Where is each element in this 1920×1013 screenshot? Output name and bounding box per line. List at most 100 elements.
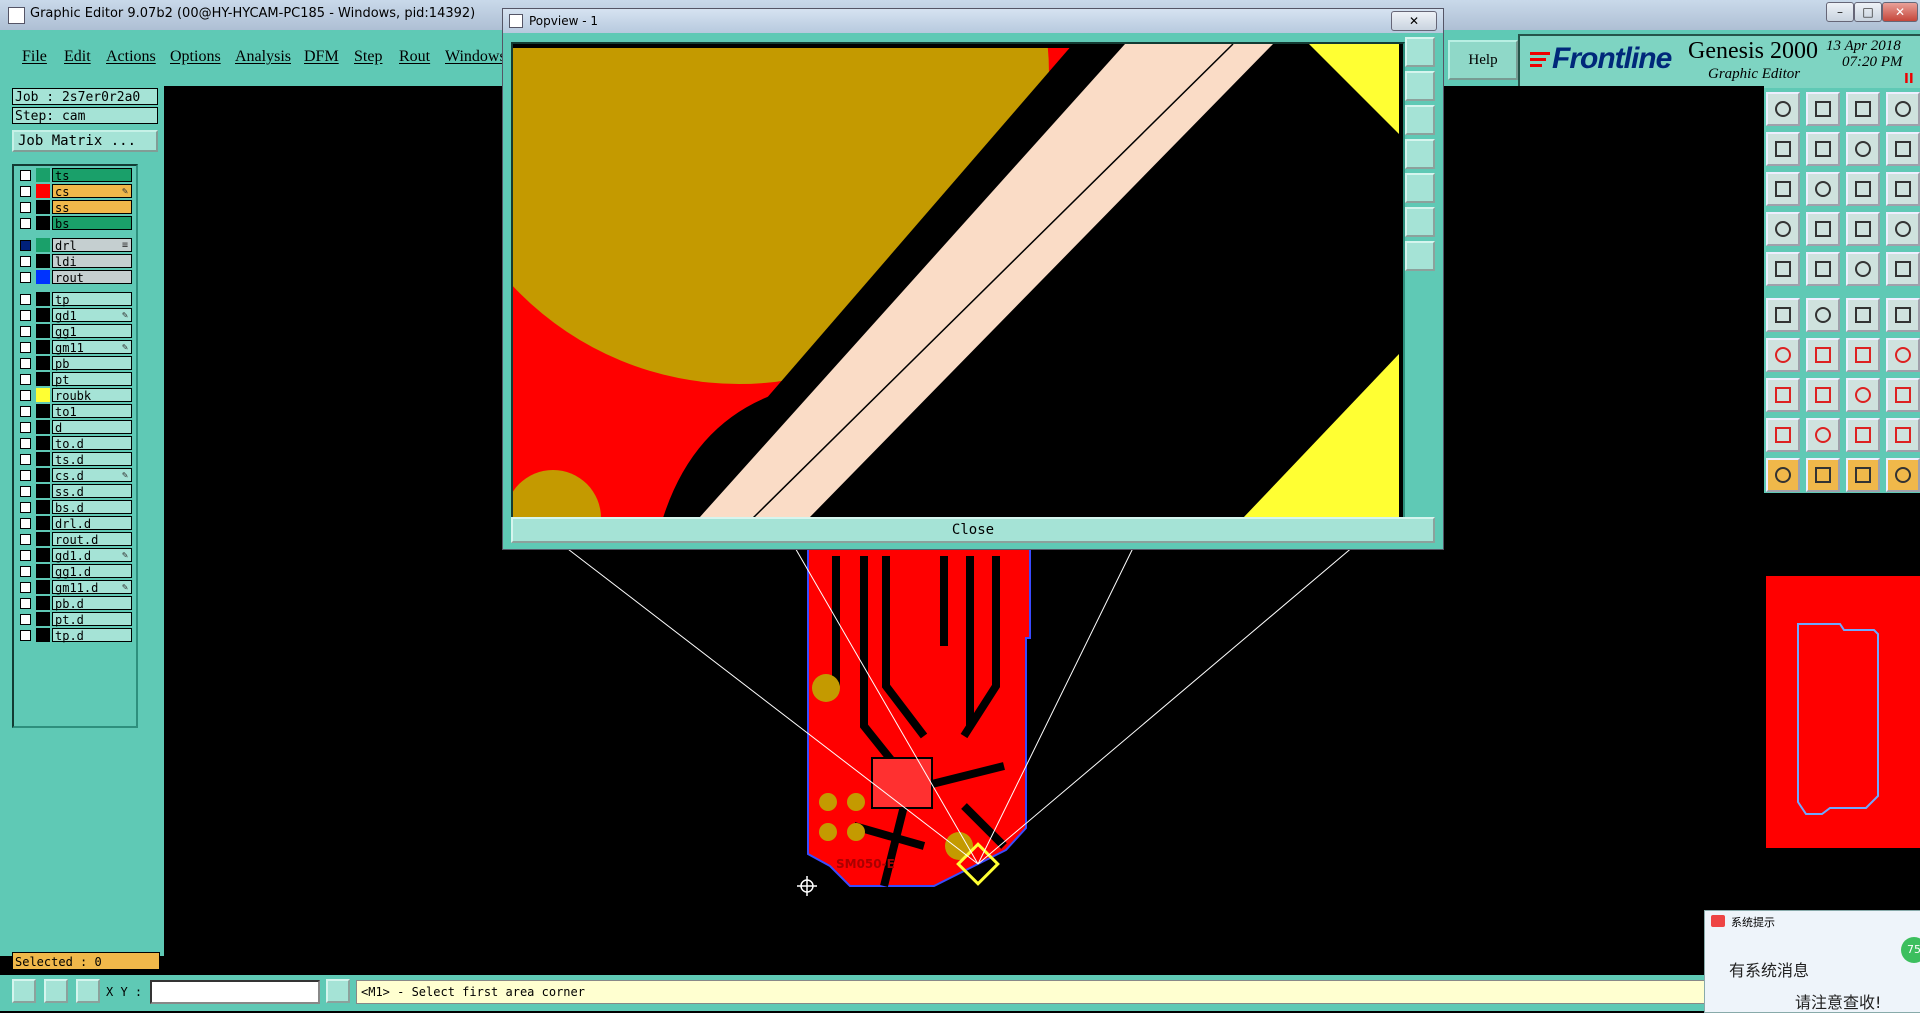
- connect-icon[interactable]: [1766, 298, 1800, 332]
- layer-row-to-d[interactable]: to.d: [16, 436, 132, 451]
- rotate-icon[interactable]: [1846, 338, 1880, 372]
- menu-file[interactable]: File: [22, 48, 47, 66]
- pattern-icon[interactable]: [1846, 252, 1880, 286]
- layer-row-cs[interactable]: cs ✎: [16, 184, 132, 199]
- home-icon[interactable]: [1846, 92, 1880, 126]
- layer-row-to1[interactable]: to1: [16, 404, 132, 419]
- layer-row-gd1-d[interactable]: gd1.d ✎: [16, 548, 132, 563]
- move-icon[interactable]: [1766, 378, 1800, 412]
- layer-row-pt-d[interactable]: pt.d: [16, 612, 132, 627]
- popview-close-x-button[interactable]: ✕: [1391, 11, 1437, 31]
- cut-icon[interactable]: [1806, 378, 1840, 412]
- zoom-center-icon[interactable]: [1806, 172, 1840, 206]
- close-window-button[interactable]: ✕: [1882, 2, 1918, 22]
- layer-checkbox[interactable]: [20, 598, 31, 609]
- layer-checkbox[interactable]: [20, 406, 31, 417]
- layer-checkbox[interactable]: [20, 422, 31, 433]
- maximize-button[interactable]: □: [1854, 2, 1882, 22]
- info-icon[interactable]: [326, 979, 350, 1003]
- layer-copy-icon[interactable]: [1806, 92, 1840, 126]
- layer-checkbox[interactable]: [20, 486, 31, 497]
- xy-coordinate-input[interactable]: [150, 980, 320, 1004]
- layer-checkbox[interactable]: [20, 326, 31, 337]
- layer-checkbox[interactable]: [20, 294, 31, 305]
- draw-line-icon[interactable]: [1766, 338, 1800, 372]
- layer-move-icon[interactable]: [1766, 92, 1800, 126]
- layer-checkbox[interactable]: [20, 470, 31, 481]
- layer-row-ss[interactable]: ss: [16, 200, 132, 215]
- select4-icon[interactable]: [1886, 458, 1920, 492]
- layer-checkbox[interactable]: [20, 272, 31, 283]
- layer-checkbox[interactable]: [20, 186, 31, 197]
- net-icon[interactable]: [1846, 212, 1880, 246]
- layer-row-bs-d[interactable]: bs.d: [16, 500, 132, 515]
- select2-icon[interactable]: [1806, 458, 1840, 492]
- mirror-icon[interactable]: [1846, 132, 1880, 166]
- layer-checkbox[interactable]: [20, 310, 31, 321]
- query-icon[interactable]: [1886, 172, 1920, 206]
- scale-icon[interactable]: [1846, 172, 1880, 206]
- layer-checkbox[interactable]: [20, 170, 31, 181]
- layer-row-gg1[interactable]: gg1: [16, 324, 132, 339]
- line-icon[interactable]: [1846, 298, 1880, 332]
- layer-row-ldi[interactable]: ldi: [16, 254, 132, 269]
- layer-checkbox[interactable]: [20, 438, 31, 449]
- layer-row-gg1-d[interactable]: gg1.d: [16, 564, 132, 579]
- fill-icon[interactable]: [1766, 252, 1800, 286]
- undo-icon[interactable]: [1886, 92, 1920, 126]
- draw-arc-icon[interactable]: [1806, 338, 1840, 372]
- resize-icon[interactable]: [1846, 378, 1880, 412]
- zoom-fit-icon[interactable]: [1766, 172, 1800, 206]
- menu-rout[interactable]: Rout: [399, 48, 430, 66]
- layer-row-rout-d[interactable]: rout.d: [16, 532, 132, 547]
- layer-row-ts[interactable]: ts: [16, 168, 132, 183]
- popview-canvas[interactable]: [511, 42, 1405, 524]
- triangle-icon[interactable]: [1766, 418, 1800, 452]
- job-matrix-button[interactable]: Job Matrix ...: [12, 130, 158, 152]
- system-notification[interactable]: 系统提示 有系统消息 请注意查收! 75: [1704, 910, 1920, 1013]
- layer-checkbox[interactable]: [20, 566, 31, 577]
- layer-checkbox[interactable]: [20, 534, 31, 545]
- popview-right-icon[interactable]: [1405, 173, 1435, 203]
- layer-checkbox[interactable]: [20, 240, 31, 251]
- layer-row-gm11-d[interactable]: gm11.d ✎: [16, 580, 132, 595]
- layer-checkbox[interactable]: [20, 218, 31, 229]
- layer-row-ss-d[interactable]: ss.d: [16, 484, 132, 499]
- layer-row-ts-d[interactable]: ts.d: [16, 452, 132, 467]
- shapes-icon[interactable]: [1886, 378, 1920, 412]
- redo-icon[interactable]: [1886, 132, 1920, 166]
- popview-pan-icon[interactable]: [1405, 105, 1435, 135]
- select3-icon[interactable]: [1846, 458, 1880, 492]
- layer-checkbox[interactable]: [20, 502, 31, 513]
- menu-options[interactable]: Options: [170, 48, 221, 66]
- layer-checkbox[interactable]: [20, 518, 31, 529]
- delete-icon[interactable]: [1806, 298, 1840, 332]
- snap-icon[interactable]: [12, 979, 36, 1003]
- layer-checkbox[interactable]: [20, 454, 31, 465]
- layer-row-tp-d[interactable]: tp.d: [16, 628, 132, 643]
- triangle4-icon[interactable]: [1886, 418, 1920, 452]
- triangle3-icon[interactable]: [1846, 418, 1880, 452]
- minimize-button[interactable]: –: [1826, 2, 1854, 22]
- layer-row-pt[interactable]: pt: [16, 372, 132, 387]
- menu-dfm[interactable]: DFM: [304, 48, 339, 66]
- popview-left-icon[interactable]: [1405, 139, 1435, 169]
- layer-row-drl[interactable]: drl ≡: [16, 238, 132, 253]
- arc-icon[interactable]: [1886, 298, 1920, 332]
- menu-edit[interactable]: Edit: [64, 48, 91, 66]
- layer-checkbox[interactable]: [20, 202, 31, 213]
- layer-row-rout[interactable]: rout: [16, 270, 132, 285]
- surface-icon[interactable]: [1806, 252, 1840, 286]
- triangle2-icon[interactable]: [1806, 418, 1840, 452]
- layer-row-gm11[interactable]: gm11 ✎: [16, 340, 132, 355]
- popview-zoom-out-icon[interactable]: [1405, 71, 1435, 101]
- layer-row-tp[interactable]: tp: [16, 292, 132, 307]
- layer-row-drl-d[interactable]: drl.d: [16, 516, 132, 531]
- measure-icon[interactable]: [44, 979, 68, 1003]
- net2-icon[interactable]: [1886, 212, 1920, 246]
- layer-checkbox[interactable]: [20, 256, 31, 267]
- layer-row-pb[interactable]: pb: [16, 356, 132, 371]
- layer-row-bs[interactable]: bs: [16, 216, 132, 231]
- layer-checkbox[interactable]: [20, 630, 31, 641]
- layer-row-cs-d[interactable]: cs.d ✎: [16, 468, 132, 483]
